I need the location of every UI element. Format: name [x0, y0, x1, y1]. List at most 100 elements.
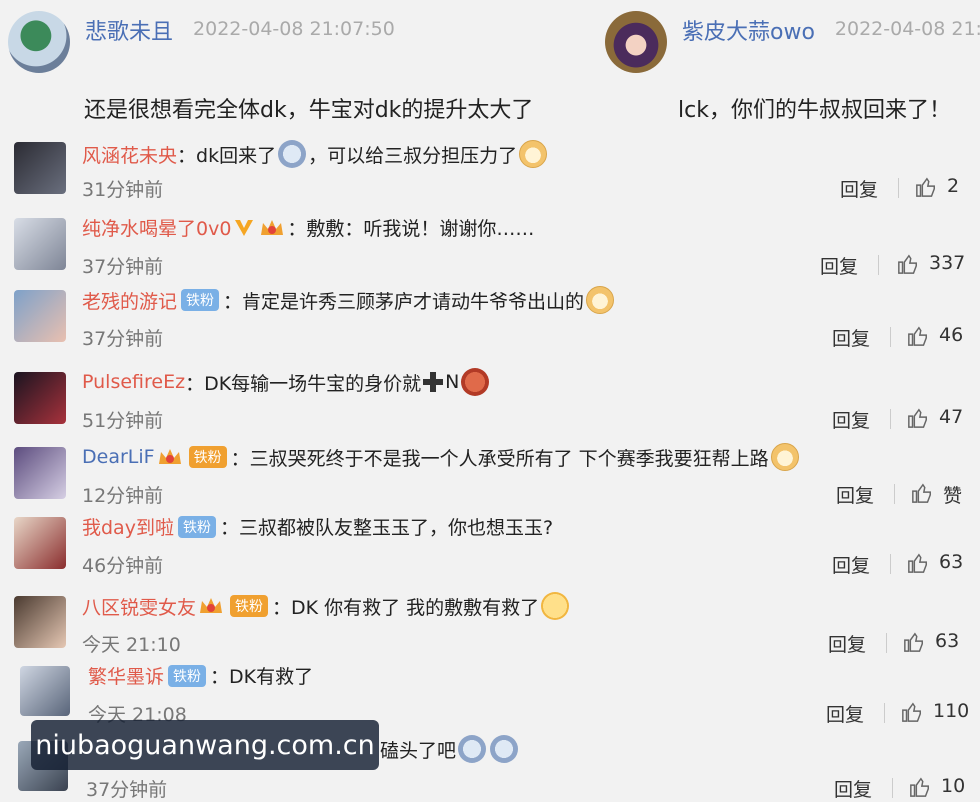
reply-button[interactable]: 回复: [832, 551, 870, 578]
comment-item: 繁华墨诉 铁粉 ：DK有救了 今天 21:08 回复 110: [0, 662, 980, 727]
comment-text: ：肯定是许秀三顾茅庐才请动牛爷爷出山的: [223, 290, 585, 313]
post-username[interactable]: 紫皮大蒜owo: [682, 14, 815, 46]
comment-text: 磕头了吧: [380, 739, 457, 762]
comment-username[interactable]: 纯净水喝晕了0v0: [82, 214, 231, 241]
avatar[interactable]: [20, 666, 70, 716]
reply-button[interactable]: 回复: [826, 700, 864, 727]
thumbs-up-icon[interactable]: [903, 631, 925, 653]
plus-icon: [423, 372, 444, 392]
shocked-emoji-icon: [490, 735, 519, 763]
avatar[interactable]: [605, 11, 667, 73]
reply-button[interactable]: 回复: [834, 775, 872, 802]
post-time: 2022-04-08 21:0: [834, 18, 980, 40]
avatar[interactable]: [14, 517, 66, 569]
divider: [892, 778, 893, 798]
reply-button[interactable]: 回复: [840, 175, 878, 202]
comment-username[interactable]: 我day到啦: [82, 513, 174, 540]
avatar[interactable]: [8, 11, 70, 73]
money-emoji-icon: [461, 368, 490, 396]
like-count: 2: [947, 175, 960, 197]
comment-item: 我day到啦 铁粉 ：三叔都被队友整玉玉了，你也想玉玉? 46分钟前 回复 63: [0, 513, 980, 578]
comment-username[interactable]: 风涵花未央: [82, 141, 177, 168]
reply-button[interactable]: 回复: [832, 324, 870, 351]
shocked-emoji-icon: [278, 140, 307, 168]
like-count: 10: [941, 775, 966, 797]
comment-time: 37分钟前: [82, 256, 164, 278]
comment-username[interactable]: DearLiF: [82, 446, 155, 468]
vip-v-icon: [235, 219, 254, 236]
doge-emoji-icon: [770, 443, 799, 471]
divider: [898, 178, 899, 198]
comment-username[interactable]: PulsefireEz: [82, 371, 185, 393]
comment-item: 风涵花未央 ：dk回来了 ，可以给三叔分担压力了 31分钟前 回复 2: [0, 140, 980, 202]
comment-item: 纯净水喝晕了0v0 ：敷敷：听我说！谢谢你…… 37分钟前 回复 337: [0, 214, 980, 279]
thumbs-up-icon[interactable]: [907, 325, 929, 347]
comment-time: 46分钟前: [82, 555, 164, 577]
crown-badge-icon: [259, 217, 285, 239]
comment-item: PulsefireEz ：DK每输一场牛宝的身价就 N 51分钟前 回复 47: [0, 368, 980, 433]
thumbs-up-icon[interactable]: [897, 253, 919, 275]
comment-item: DearLiF 铁粉 ：三叔哭死终于不是我一个人承受所有了 下个赛季我要狂帮上路…: [0, 443, 980, 508]
like-count: 110: [933, 700, 970, 722]
comment-line: PulsefireEz ：DK每输一场牛宝的身价就 N: [82, 368, 491, 396]
comment-text: ，可以给三叔分担压力了: [308, 144, 518, 167]
post-username[interactable]: 悲歌未且: [85, 14, 173, 46]
like-count: 47: [939, 406, 964, 428]
like-count: 46: [939, 324, 964, 346]
comment-text: ：三叔都被队友整玉玉了，你也想玉玉?: [219, 517, 554, 539]
comment-username[interactable]: 八区锐雯女友: [82, 593, 196, 620]
like-count: 63: [939, 551, 964, 573]
comment-line: 繁华墨诉 铁粉 ：DK有救了: [88, 662, 313, 689]
fan-badge: 铁粉: [188, 446, 227, 468]
thumbs-up-icon[interactable]: [909, 776, 931, 798]
comment-username[interactable]: 老残的游记: [82, 287, 177, 314]
crown-badge-icon: [198, 595, 224, 617]
shocked-emoji-icon: [458, 735, 487, 763]
avatar[interactable]: [14, 218, 66, 270]
post-header-left: 悲歌未且 2022-04-08 21:07:50: [0, 0, 600, 80]
divider: [884, 703, 885, 723]
post-text: 还是很想看完全体dk，牛宝对dk的提升太大了: [84, 98, 534, 123]
comment-item: 老残的游记 铁粉 ：肯定是许秀三顾茅庐才请动牛爷爷出山的 37分钟前 回复 46: [0, 286, 980, 351]
thumbs-up-icon[interactable]: [907, 552, 929, 574]
comment-text: N: [445, 371, 460, 393]
reply-button[interactable]: 回复: [828, 630, 866, 657]
comment-line: 磕头了吧: [380, 735, 520, 763]
post-time: 2022-04-08 21:07:50: [193, 18, 395, 40]
doge-emoji-icon: [586, 286, 615, 314]
divider: [878, 255, 879, 275]
avatar[interactable]: [14, 372, 66, 424]
avatar[interactable]: [14, 596, 66, 648]
avatar[interactable]: [14, 142, 66, 194]
comment-time: 31分钟前: [82, 179, 164, 201]
comment-time: 12分钟前: [82, 485, 164, 507]
thumbs-up-icon[interactable]: [901, 701, 923, 723]
comment-text: ：DK每输一场牛宝的身价就: [185, 372, 422, 395]
thumbs-up-icon[interactable]: [915, 176, 937, 198]
avatar[interactable]: [14, 290, 66, 342]
comment-time: 37分钟前: [86, 779, 168, 801]
reply-button[interactable]: 回复: [836, 481, 874, 508]
fan-badge: 铁粉: [181, 289, 220, 311]
comment-item: 八区锐雯女友 铁粉 ：DK 你有救了 我的敷敷有救了 今天 21:10 回复 6…: [0, 592, 980, 657]
comment-time: 今天 21:10: [82, 634, 181, 656]
fan-badge: 铁粉: [168, 664, 207, 687]
comment-text: ：敷敷：听我说！谢谢你……: [287, 218, 535, 240]
reply-button[interactable]: 回复: [820, 252, 858, 279]
avatar[interactable]: [14, 447, 66, 499]
divider: [890, 409, 891, 429]
comment-line: DearLiF 铁粉 ：三叔哭死终于不是我一个人承受所有了 下个赛季我要狂帮上路: [82, 443, 801, 471]
like-count: 337: [929, 252, 966, 274]
thumbs-up-icon[interactable]: [907, 407, 929, 429]
divider: [894, 484, 895, 504]
comment-text: ：DK有救了: [210, 666, 314, 688]
crying-emoji-icon: [541, 592, 570, 620]
comment-line: 纯净水喝晕了0v0 ：敷敷：听我说！谢谢你……: [82, 214, 534, 241]
fan-badge: 铁粉: [230, 595, 269, 617]
reply-button[interactable]: 回复: [832, 406, 870, 433]
comment-username[interactable]: 繁华墨诉: [88, 662, 164, 689]
divider: [886, 633, 887, 653]
comment-text: ：DK 你有救了 我的敷敷有救了: [272, 596, 540, 619]
thumbs-up-icon[interactable]: [911, 482, 933, 504]
like-count: 63: [935, 630, 960, 652]
